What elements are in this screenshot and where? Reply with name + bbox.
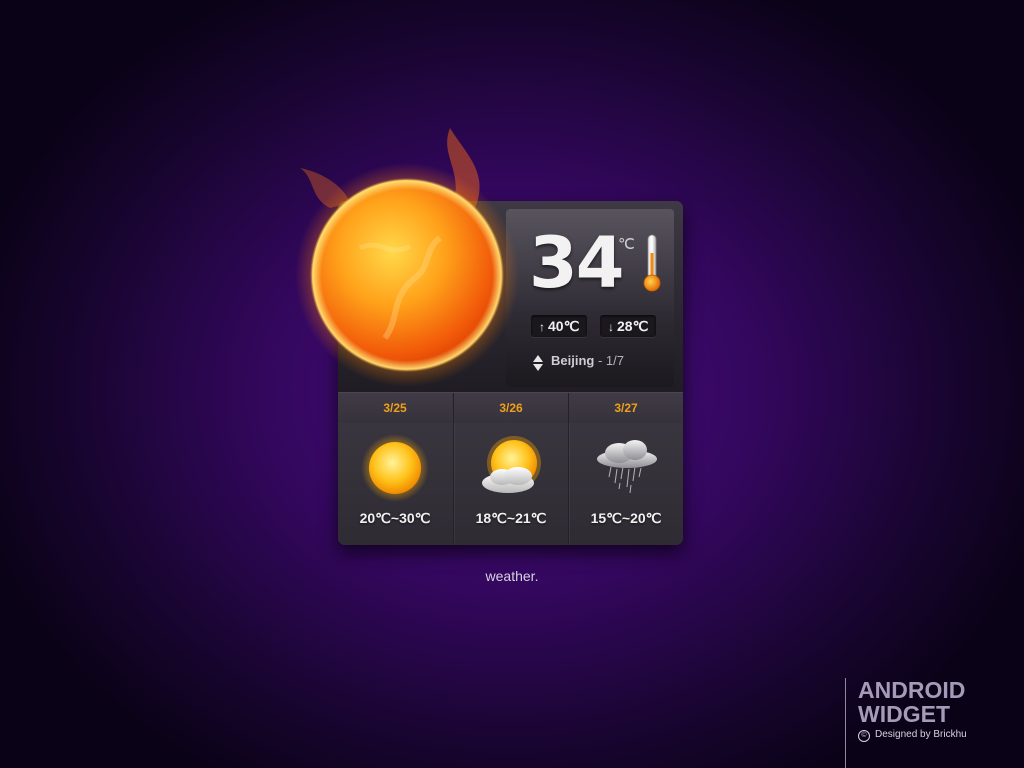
rain-icon — [597, 440, 657, 494]
page-indicator: 1/7 — [605, 353, 624, 368]
current-temperature: 34 — [529, 222, 624, 304]
credit-text: Designed by Brickhu — [875, 729, 967, 740]
thermometer-icon — [643, 234, 661, 292]
arrow-down-icon: ↓ — [608, 320, 614, 334]
forecast-day: 3/26 18℃~21℃ — [453, 393, 568, 545]
forecast-day: 3/27 15℃~20℃ — [568, 393, 683, 545]
arrow-up-icon: ↑ — [539, 320, 545, 334]
temperature-unit: ℃ — [618, 236, 635, 253]
high-temp-value: 40℃ — [548, 318, 580, 334]
designer-credit: © Designed by Brickhu — [858, 729, 967, 742]
forecast-date: 3/26 — [499, 401, 523, 415]
forecast-range: 20℃~30℃ — [359, 510, 431, 526]
city-name: Beijing — [551, 353, 595, 368]
sunny-icon — [361, 434, 429, 502]
forecast-range: 15℃~20℃ — [590, 510, 662, 526]
brand-block: ANDROID WIDGET © Designed by Brickhu — [845, 678, 967, 768]
forecast-range: 18℃~21℃ — [475, 510, 547, 526]
city-switch-arrows-icon[interactable] — [533, 354, 543, 372]
high-temp-badge: ↑ 40℃ — [531, 315, 588, 337]
sun-icon — [295, 128, 519, 387]
partly-cloudy-icon — [482, 436, 541, 493]
forecast-panel: 3/25 20℃~30℃ 3/26 18℃~21℃ 3/27 15℃~20℃ — [338, 392, 683, 545]
copyright-icon: © — [858, 730, 870, 742]
location-label[interactable]: Beijing - 1/7 — [551, 353, 624, 368]
forecast-day: 3/25 20℃~30℃ — [338, 393, 452, 545]
brand-title-line1: ANDROID — [858, 677, 966, 703]
caption-text: weather. — [485, 568, 539, 584]
low-temp-value: 28℃ — [617, 318, 649, 334]
location-separator: - — [594, 353, 606, 368]
brand-title-line2: WIDGET — [858, 701, 950, 727]
low-temp-badge: ↓ 28℃ — [600, 315, 657, 337]
forecast-date: 3/27 — [614, 401, 638, 415]
forecast-date: 3/25 — [383, 401, 407, 415]
